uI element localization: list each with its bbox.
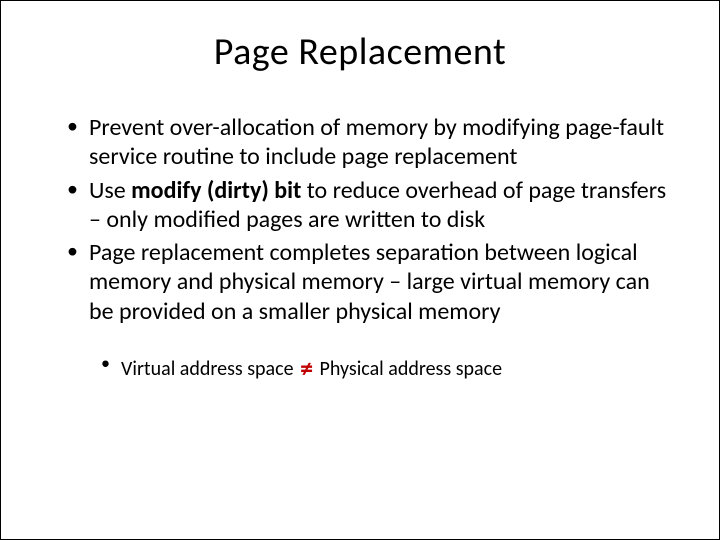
not-equal-icon: ≠ — [298, 352, 315, 384]
slide-title: Page Replacement — [51, 29, 669, 75]
bullet-text-pre: Use — [89, 176, 131, 205]
bullet-item: Prevent over-allocation of memory by mod… — [61, 113, 669, 172]
bullet-text-bold: modify (dirty) bit — [131, 176, 307, 205]
sub-bullet-left: Virtual address space — [121, 357, 298, 381]
sub-bullet-item: Virtual address space ≠ Physical address… — [97, 352, 669, 386]
bullet-item: Page replacement completes separation be… — [61, 238, 669, 326]
sub-bullet-list: Virtual address space ≠ Physical address… — [51, 352, 669, 386]
bullet-item: Use modify (dirty) bit to reduce overhea… — [61, 176, 669, 235]
bullet-list: Prevent over-allocation of memory by mod… — [51, 113, 669, 326]
bullet-text-pre: Page replacement completes separation be… — [89, 238, 650, 326]
bullet-text-pre: Prevent over-allocation of memory by mod… — [89, 113, 664, 171]
slide-container: Page Replacement Prevent over-allocation… — [1, 1, 719, 539]
sub-bullet-right: Physical address space — [315, 357, 502, 381]
